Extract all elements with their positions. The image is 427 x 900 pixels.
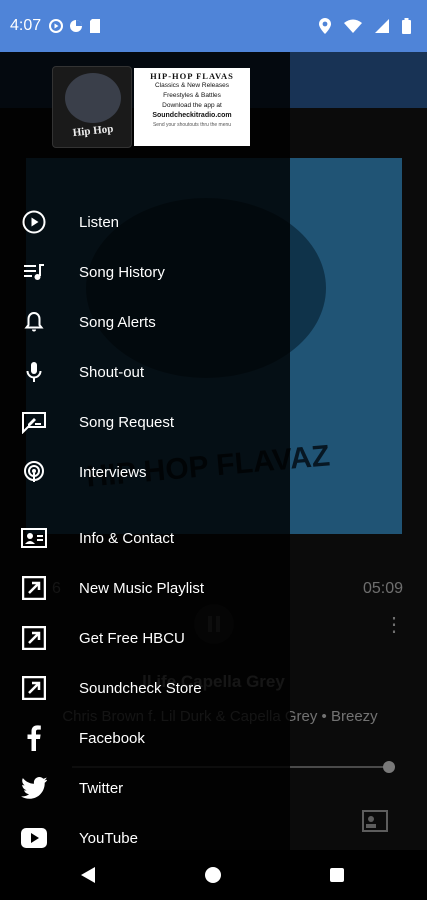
menu-label: Twitter <box>79 779 124 797</box>
drawer-header: Hip Hop HIP-HOP FLAVAS Classics & New Re… <box>52 66 252 148</box>
location-icon <box>319 18 331 34</box>
menu-label: Get Free HBCU <box>79 629 185 647</box>
menu-item-interviews[interactable]: Interviews <box>0 448 290 496</box>
external-link-icon <box>21 575 47 601</box>
menu-item-new-music-playlist[interactable]: New Music Playlist <box>0 564 290 612</box>
station-info-card: HIP-HOP FLAVAS Classics & New Releases F… <box>134 68 250 146</box>
menu-item-facebook[interactable]: Facebook <box>0 714 290 762</box>
menu-item-soundcheck-store[interactable]: Soundcheck Store <box>0 664 290 712</box>
podcast-icon <box>21 459 47 485</box>
status-right <box>319 18 417 34</box>
home-icon[interactable] <box>205 867 221 883</box>
microphone-icon <box>21 359 47 385</box>
menu-label: Song History <box>79 263 165 281</box>
card-line-2: Freestyles & Battles <box>163 92 221 99</box>
external-link-icon <box>21 625 47 651</box>
menu-item-song-alerts[interactable]: Song Alerts <box>0 298 290 346</box>
external-link-icon <box>21 675 47 701</box>
card-line-3: Download the app at <box>162 102 222 109</box>
navigation-drawer: Hip Hop HIP-HOP FLAVAS Classics & New Re… <box>0 52 290 850</box>
sim-card-icon <box>89 19 101 33</box>
request-icon <box>21 409 47 435</box>
bell-icon <box>21 309 47 335</box>
menu-item-shout-out[interactable]: Shout-out <box>0 348 290 396</box>
menu-item-song-request[interactable]: Song Request <box>0 398 290 446</box>
queue-music-icon <box>21 259 47 285</box>
signal-icon <box>375 19 389 33</box>
card-site: Soundcheckitradio.com <box>152 112 232 119</box>
status-time: 4:07 <box>10 17 42 34</box>
menu-item-twitter[interactable]: Twitter <box>0 764 290 812</box>
twitter-icon <box>21 775 47 801</box>
menu-label: Soundcheck Store <box>79 679 202 697</box>
back-icon[interactable] <box>80 866 96 889</box>
menu-label: Info & Contact <box>79 529 175 547</box>
card-line-1: Classics & New Releases <box>154 82 230 89</box>
logo-text: Hip Hop <box>72 122 114 140</box>
card-line-4: Send your shoutouts thru the menu <box>152 122 232 128</box>
card-title: HIP-HOP FLAVAS <box>150 71 234 81</box>
wifi-icon <box>344 19 362 33</box>
recent-apps-icon[interactable] <box>330 868 344 882</box>
system-navigation-bar <box>0 850 427 900</box>
battery-icon <box>402 18 411 34</box>
menu-label: Song Alerts <box>79 313 156 331</box>
menu-label: New Music Playlist <box>79 579 205 597</box>
menu-item-get-free-hbcu[interactable]: Get Free HBCU <box>0 614 290 662</box>
menu-label: Shout-out <box>79 363 145 381</box>
status-bar: 4:07 <box>0 0 427 52</box>
menu-item-song-history[interactable]: Song History <box>0 248 290 296</box>
menu-item-listen[interactable]: Listen <box>0 198 290 246</box>
play-notification-icon <box>49 19 64 33</box>
menu-label: Facebook <box>79 729 145 747</box>
menu-item-info-contact[interactable]: Info & Contact <box>0 514 290 562</box>
youtube-icon <box>21 825 47 851</box>
pie-notification-icon <box>69 19 83 33</box>
facebook-icon <box>21 725 47 751</box>
menu-label: Song Request <box>79 413 175 431</box>
menu-label: Listen <box>79 213 120 231</box>
logo-graphic <box>65 73 121 123</box>
menu-label: YouTube <box>79 829 138 847</box>
contact-card-icon <box>21 525 47 551</box>
station-logo: Hip Hop <box>52 66 132 148</box>
menu-label: Interviews <box>79 463 147 481</box>
play-circle-icon <box>21 209 47 235</box>
